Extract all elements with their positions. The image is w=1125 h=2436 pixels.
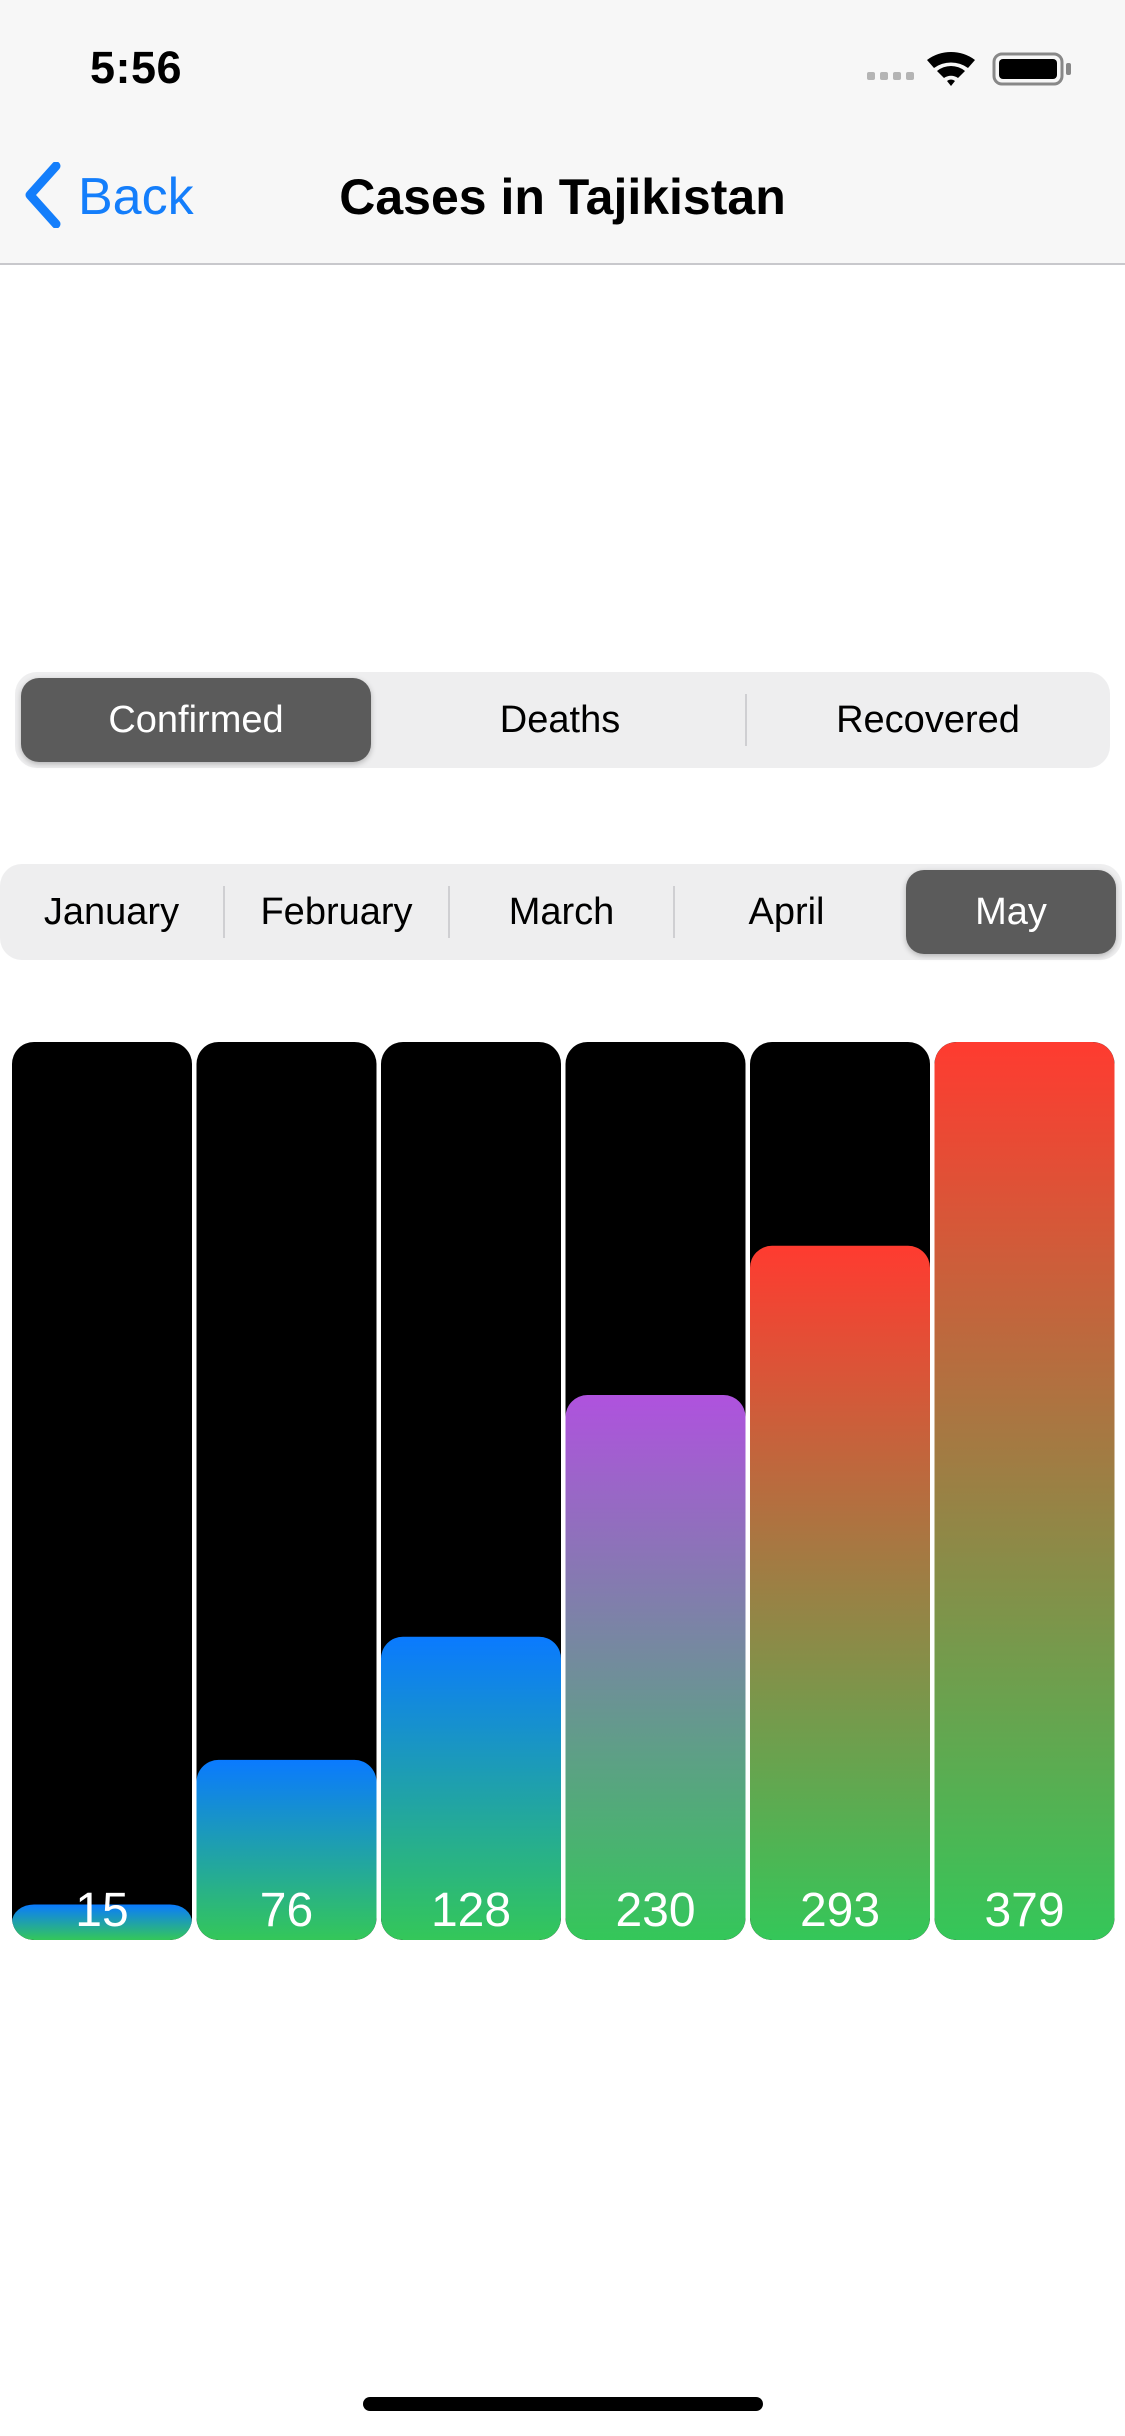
back-label: Back <box>78 168 194 226</box>
segment-divider <box>745 694 747 746</box>
bar-value-label: 230 <box>615 1884 695 1937</box>
month-segmented-control: January February March April May <box>0 864 1122 960</box>
metric-segmented-control: Confirmed Deaths Recovered <box>15 672 1110 768</box>
tab-february[interactable]: February <box>225 864 448 960</box>
bar-value-label: 128 <box>431 1884 511 1937</box>
tab-january[interactable]: January <box>0 864 223 960</box>
tab-may[interactable]: May <box>906 864 1116 960</box>
bar-value-label: 379 <box>984 1884 1064 1937</box>
status-bar: 5:56 <box>0 0 1125 132</box>
bar-value-label: 15 <box>75 1884 128 1937</box>
tab-confirmed[interactable]: Confirmed <box>21 672 371 768</box>
tab-april[interactable]: April <box>675 864 898 960</box>
wifi-icon <box>927 52 975 86</box>
chevron-left-icon <box>24 161 64 233</box>
back-button[interactable]: Back <box>24 161 194 233</box>
tab-recovered[interactable]: Recovered <box>748 672 1108 768</box>
battery-icon <box>992 52 1071 86</box>
status-icons <box>867 46 1077 95</box>
bar-value-label: 293 <box>800 1884 880 1937</box>
bar-value-label: 76 <box>260 1884 313 1937</box>
status-time: 5:56 <box>90 42 183 93</box>
bar[interactable] <box>750 1245 930 1940</box>
bar[interactable] <box>934 1042 1115 1940</box>
navigation-bar: Back Cases in Tajikistan <box>0 132 1125 265</box>
home-indicator <box>363 2397 763 2411</box>
cellular-signal-icon <box>867 72 914 80</box>
tab-march[interactable]: March <box>450 864 673 960</box>
bar[interactable] <box>565 1395 746 1940</box>
bar-track <box>12 1042 192 1940</box>
cases-bar-chart: 15 76 128 230 293 379 <box>12 1042 1115 1940</box>
tab-deaths[interactable]: Deaths <box>380 672 740 768</box>
